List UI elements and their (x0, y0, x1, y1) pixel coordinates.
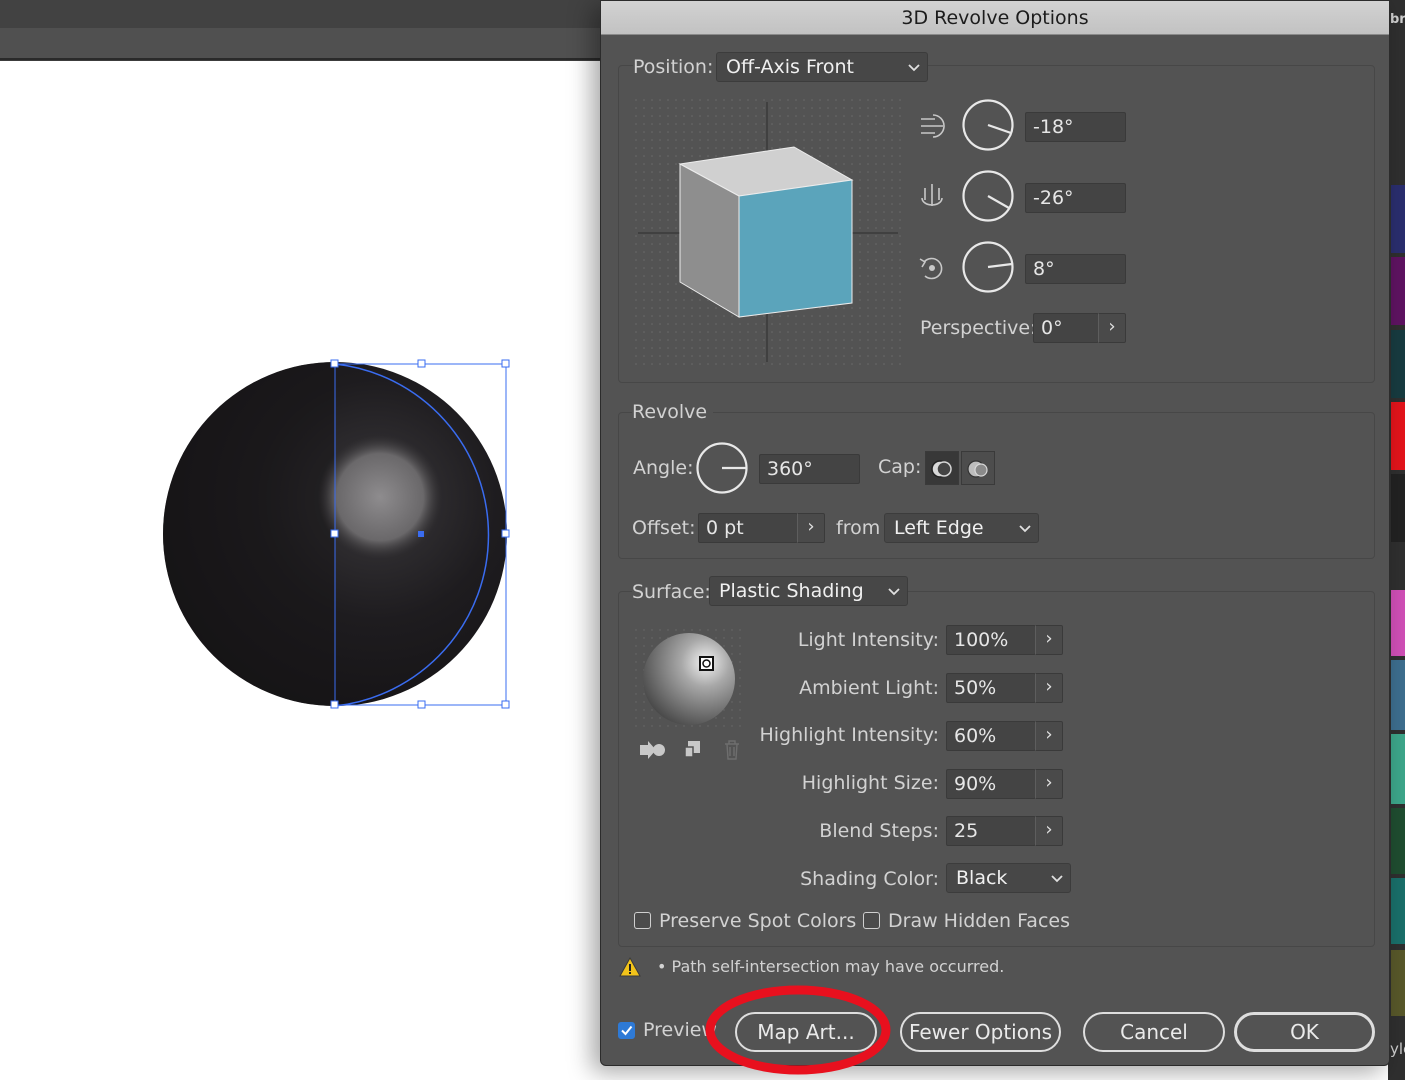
hollow-cap-icon (967, 460, 988, 478)
ambient-light-label: Ambient Light: (799, 677, 939, 699)
light-intensity-field[interactable]: 100% (946, 625, 1036, 655)
y-rotation-field[interactable]: -26° (1025, 183, 1126, 213)
swatch-black[interactable] (1391, 474, 1405, 542)
chevron-down-icon (1019, 525, 1031, 533)
light-intensity-label: Light Intensity: (797, 629, 939, 651)
preview-checkbox[interactable] (618, 1022, 635, 1039)
revolved-sphere-artwork[interactable] (0, 61, 600, 1080)
preserve-spot-colors-label: Preserve Spot Colors (659, 910, 857, 932)
surface-dropdown[interactable]: Plastic Shading (709, 576, 908, 606)
right-side-panel: br yle (1388, 0, 1405, 1080)
position-value: Off-Axis Front (726, 56, 854, 78)
swatch-dark-teal[interactable] (1391, 330, 1405, 398)
new-light-icon[interactable] (683, 739, 703, 761)
chevron-down-icon (908, 64, 920, 72)
perspective-label: Perspective: (920, 317, 1037, 339)
cap-on-button[interactable] (925, 451, 959, 485)
swatch-olive[interactable] (1391, 950, 1405, 1016)
y-axis-rotate-icon (921, 184, 943, 206)
z-rotation-field[interactable]: 8° (1025, 254, 1126, 284)
offset-stepper-button[interactable]: › (797, 513, 825, 543)
panel-peek-text: br (1390, 12, 1405, 27)
z-rotation-dial[interactable] (961, 240, 1015, 294)
cancel-button[interactable]: Cancel (1083, 1012, 1225, 1052)
move-light-to-back-icon[interactable] (638, 739, 668, 761)
highlight-intensity-field[interactable]: 60% (946, 721, 1036, 751)
cap-off-button[interactable] (961, 451, 995, 485)
light-intensity-stepper-button[interactable]: › (1035, 625, 1063, 655)
from-label: from (836, 517, 881, 539)
angle-label: Angle: (633, 457, 694, 479)
x-axis-rotate-icon (921, 114, 945, 138)
3d-revolve-options-dialog: 3D Revolve Options Position: Off-Axis Fr… (600, 0, 1390, 1066)
annotation-highlight-ellipse (705, 985, 891, 1075)
angle-field[interactable]: 360° (759, 454, 860, 484)
x-rotation-dial[interactable] (961, 98, 1015, 152)
chevron-down-icon (888, 588, 900, 596)
rotation-track-cube[interactable] (634, 98, 902, 366)
x-rotation-field[interactable]: -18° (1025, 112, 1126, 142)
warning-message: • Path self-intersection may have occurr… (657, 957, 1005, 976)
swatch-purple[interactable] (1391, 257, 1405, 325)
swatch-red[interactable] (1391, 402, 1405, 470)
highlight-size-field[interactable]: 90% (946, 769, 1036, 799)
ambient-light-field[interactable]: 50% (946, 673, 1036, 703)
swatch-pink[interactable] (1391, 590, 1405, 656)
blend-steps-field[interactable]: 25 (946, 816, 1036, 846)
delete-light-icon (725, 740, 739, 760)
shading-color-value: Black (956, 867, 1008, 889)
from-edge-value: Left Edge (894, 517, 984, 539)
shading-color-dropdown[interactable]: Black (946, 863, 1071, 893)
draw-hidden-faces-label: Draw Hidden Faces (888, 910, 1070, 932)
offset-field[interactable]: 0 pt (698, 513, 798, 543)
blend-steps-label: Blend Steps: (819, 820, 939, 842)
position-dropdown[interactable]: Off-Axis Front (716, 52, 928, 82)
swatch-teal[interactable] (1391, 878, 1405, 944)
blend-steps-stepper-button[interactable]: › (1035, 816, 1063, 846)
angle-dial[interactable] (695, 441, 749, 495)
cap-label: Cap: (878, 456, 922, 478)
solid-cap-icon (931, 460, 952, 478)
surface-value: Plastic Shading (719, 580, 864, 602)
surface-label: Surface: (632, 581, 717, 603)
ok-button[interactable]: OK (1234, 1012, 1375, 1052)
checkmark-icon (621, 1025, 633, 1036)
position-label: Position: (633, 56, 720, 78)
highlight-size-label: Highlight Size: (801, 772, 939, 794)
highlight-intensity-stepper-button[interactable]: › (1035, 721, 1063, 751)
shading-color-label: Shading Color: (800, 868, 939, 890)
fewer-options-button[interactable]: Fewer Options (900, 1012, 1061, 1052)
swatch-navy[interactable] (1391, 185, 1405, 253)
draw-hidden-faces-checkbox[interactable] (863, 912, 880, 929)
swatch-forest[interactable] (1391, 808, 1405, 874)
z-axis-rotate-icon (919, 257, 943, 280)
chevron-down-icon (1051, 875, 1063, 883)
lighting-sphere-preview[interactable] (634, 628, 744, 732)
warning-icon (619, 956, 641, 977)
offset-label: Offset: (632, 517, 696, 539)
y-rotation-dial[interactable] (961, 169, 1015, 223)
dialog-title: 3D Revolve Options (601, 1, 1389, 35)
highlight-size-stepper-button[interactable]: › (1035, 769, 1063, 799)
perspective-stepper-button[interactable]: › (1098, 313, 1126, 343)
highlight-intensity-label: Highlight Intensity: (759, 724, 939, 746)
preserve-spot-colors-checkbox[interactable] (634, 912, 651, 929)
swatch-sea-green[interactable] (1391, 734, 1405, 804)
from-edge-dropdown[interactable]: Left Edge (884, 513, 1039, 543)
panel-peek-text-bottom: yle (1390, 1040, 1405, 1058)
perspective-field[interactable]: 0° (1033, 313, 1099, 343)
revolve-section-label: Revolve (632, 401, 714, 423)
ambient-light-stepper-button[interactable]: › (1035, 673, 1063, 703)
swatch-steel-blue[interactable] (1391, 660, 1405, 730)
